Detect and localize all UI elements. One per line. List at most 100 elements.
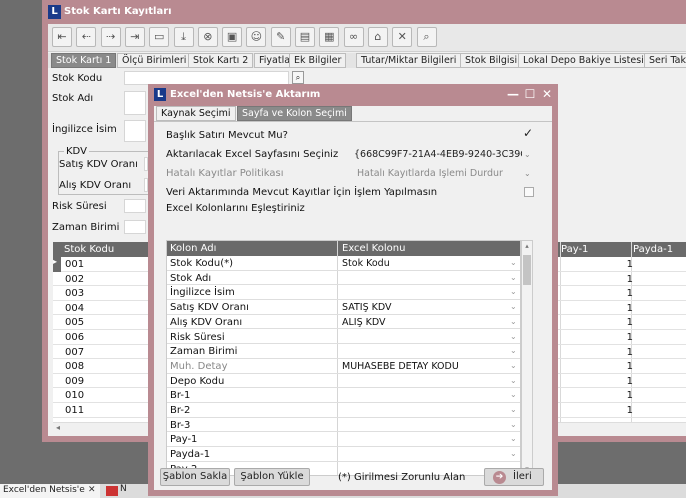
chevron-down-icon[interactable]: ⌄ <box>510 449 517 458</box>
close-icon[interactable]: ✕ <box>540 87 554 101</box>
mapping-row[interactable]: Satış KDV Oranı SATIŞ KDV ⌄ <box>167 300 520 315</box>
mapping-excel-kolonu[interactable]: MUHASEBE DETAY KODU <box>342 361 459 372</box>
main-tab[interactable]: Stok Kartı 2 <box>188 53 254 68</box>
cancel-icon[interactable]: ⊗ <box>197 27 218 47</box>
mapping-row[interactable]: Depo Kodu ⌄ <box>167 374 520 389</box>
cell-stok-kodu: 005 <box>65 317 85 329</box>
mapping-excel-kolonu[interactable]: Stok Kodu <box>342 258 390 269</box>
mapping-row[interactable]: Zaman Birimi ⌄ <box>167 344 520 359</box>
chevron-down-icon[interactable]: ⌄ <box>510 346 517 355</box>
ingilizce-isim-field[interactable] <box>124 120 146 142</box>
chevron-down-icon[interactable]: ⌄ <box>510 273 517 282</box>
xls-icon[interactable]: ✕ <box>392 27 413 47</box>
excel-import-dialog: L Excel'den Netsis'e Aktarım — ☐ ✕ Kayna… <box>148 84 558 496</box>
stok-adi-field[interactable] <box>124 91 146 115</box>
chevron-down-icon[interactable]: ⌄ <box>524 150 531 159</box>
taskbar-item-excel-import[interactable]: Excel'den Netsis'e <box>0 484 100 498</box>
folder-icon[interactable]: ▭ <box>149 27 170 47</box>
cell-stok-kodu: 006 <box>65 332 85 343</box>
main-title-bar[interactable]: L Stok Kartı Kayıtları <box>42 0 686 24</box>
last-icon[interactable]: ⇥ <box>124 27 145 47</box>
main-tab[interactable]: Stok Bilgisi <box>460 53 523 68</box>
chevron-down-icon[interactable]: ⌄ <box>510 405 517 414</box>
scroll-up-icon[interactable]: ▴ <box>522 242 532 252</box>
cell-pay-1: 1 <box>626 288 633 300</box>
dialog-title-bar[interactable]: L Excel'den Netsis'e Aktarım — ☐ ✕ <box>148 84 558 106</box>
match-columns-label: Excel Kolonlarını Eşleştiriniz <box>166 203 305 214</box>
error-policy-label: Hatalı Kayıtlar Politikası <box>166 168 284 179</box>
mapping-row[interactable]: Br-2 ⌄ <box>167 403 520 418</box>
header-row-checkbox[interactable]: ✓ <box>523 126 533 140</box>
next-icon[interactable]: ⇢ <box>100 27 121 47</box>
taskbar-close-icon[interactable]: ✕ <box>88 485 96 495</box>
mapping-excel-kolonu[interactable]: SATIŞ KDV <box>342 302 392 313</box>
chevron-down-icon[interactable]: ⌄ <box>510 376 517 385</box>
maximize-icon[interactable]: ☐ <box>523 87 537 101</box>
mapping-vertical-scrollbar[interactable]: ▴ ▾ <box>521 240 533 476</box>
risk-suresi-field[interactable] <box>124 199 146 213</box>
first-icon[interactable]: ⇤ <box>52 27 72 47</box>
search-icon[interactable]: ⌕ <box>416 27 437 47</box>
zaman-birimi-field[interactable] <box>124 220 146 234</box>
link-icon[interactable]: ∞ <box>343 27 364 47</box>
chevron-down-icon[interactable]: ⌄ <box>510 420 517 429</box>
tab-sayfa-kolon-secimi[interactable]: Sayfa ve Kolon Seçimi <box>237 106 352 121</box>
mapping-row[interactable]: Br-3 ⌄ <box>167 418 520 433</box>
chevron-down-icon[interactable]: ⌄ <box>510 317 517 326</box>
cell-stok-kodu: 007 <box>65 346 85 358</box>
chevron-down-icon[interactable]: ⌄ <box>510 287 517 296</box>
tab-kaynak-secimi[interactable]: Kaynak Seçimi <box>156 106 236 121</box>
prev-icon[interactable]: ⇠ <box>76 27 97 47</box>
load-template-button[interactable]: Şablon Yükle <box>234 468 310 486</box>
main-tab[interactable]: Ölçü Birimleri <box>117 53 192 68</box>
mapping-row[interactable]: Alış KDV Oranı ALIŞ KDV ⌄ <box>167 315 520 330</box>
edit-icon[interactable]: ✎ <box>270 27 291 47</box>
user-icon[interactable]: ☺ <box>246 27 267 47</box>
lookup-icon[interactable]: ⌕ <box>292 71 304 84</box>
app-icon <box>106 486 118 496</box>
calculator-icon[interactable]: ▦ <box>319 27 340 47</box>
error-policy-value[interactable]: Hatalı Kayıtlarda İşlemi Durdur <box>357 168 503 179</box>
mapping-row[interactable]: Stok Kodu(*) Stok Kodu ⌄ <box>167 256 520 271</box>
cell-stok-kodu: 002 <box>65 273 85 285</box>
no-action-checkbox[interactable] <box>524 187 534 197</box>
mapping-excel-kolonu[interactable]: ALIŞ KDV <box>342 317 386 328</box>
main-tab[interactable]: Tutar/Miktar Bilgileri <box>356 53 462 68</box>
cell-stok-kodu: 001 <box>65 259 85 270</box>
lock-icon[interactable]: ⌂ <box>367 27 388 47</box>
chevron-down-icon[interactable]: ⌄ <box>510 361 517 370</box>
taskbar-item-second[interactable]: N <box>104 484 144 498</box>
mapping-row[interactable]: Br-1 ⌄ <box>167 388 520 403</box>
chevron-down-icon[interactable]: ⌄ <box>510 258 517 267</box>
chevron-down-icon[interactable]: ⌄ <box>510 434 517 443</box>
minimize-icon[interactable]: — <box>506 87 520 101</box>
save-template-button[interactable]: Şablon Sakla <box>160 468 230 486</box>
app-logo-icon: L <box>154 88 166 101</box>
mapping-row[interactable]: Muh. Detay MUHASEBE DETAY KODU ⌄ <box>167 359 520 374</box>
main-tab[interactable]: Seri Tak <box>644 53 686 68</box>
chevron-down-icon[interactable]: ⌄ <box>524 169 531 178</box>
new-doc-icon[interactable]: ▣ <box>222 27 243 47</box>
mapping-row[interactable]: Pay-1 ⌄ <box>167 432 520 448</box>
mapping-kolon-adi: Br-2 <box>170 405 191 416</box>
next-button[interactable]: ➔ İleri <box>484 468 544 486</box>
mapping-row[interactable]: Payda-1 ⌄ <box>167 447 520 462</box>
scroll-thumb[interactable] <box>523 255 531 285</box>
chevron-down-icon[interactable]: ⌄ <box>510 332 517 341</box>
download-icon[interactable]: ⤓ <box>173 27 194 47</box>
mapping-row[interactable]: Risk Süresi ⌄ <box>167 330 520 345</box>
delete-icon[interactable]: ▤ <box>295 27 315 47</box>
main-tab[interactable]: Ek Bilgiler <box>289 53 347 68</box>
tab-divider <box>154 121 552 122</box>
taskbar-item2-label: N <box>120 484 127 494</box>
sheet-select-value[interactable]: {668C99F7-21A4-4EB9-9240-3C39C <box>354 149 522 160</box>
scroll-left-icon[interactable]: ◂ <box>56 423 60 432</box>
main-tab[interactable]: Stok Kartı 1 <box>51 53 117 68</box>
mapping-row[interactable]: Stok Adı ⌄ <box>167 271 520 286</box>
main-tab[interactable]: Lokal Depo Bakiye Listesi <box>518 53 649 68</box>
chevron-down-icon[interactable]: ⌄ <box>510 302 517 311</box>
mapping-row[interactable]: İngilizce İsim ⌄ <box>167 285 520 301</box>
dialog-title: Excel'den Netsis'e Aktarım <box>170 89 321 100</box>
chevron-down-icon[interactable]: ⌄ <box>510 390 517 399</box>
stok-kodu-field[interactable] <box>124 71 289 85</box>
